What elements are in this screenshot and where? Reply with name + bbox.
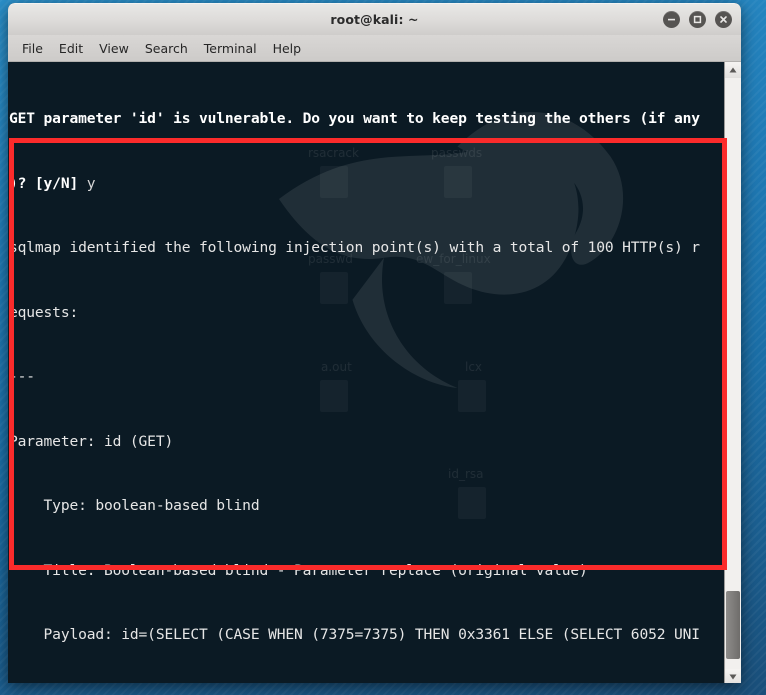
terminal-line-prompt: )? [y/N] [9, 174, 87, 192]
terminal-line-answer: y [86, 174, 96, 192]
terminal-line: equests: [9, 303, 79, 321]
scroll-up-button[interactable] [725, 62, 741, 78]
menu-help[interactable]: Help [265, 39, 310, 58]
terminal-window: root@kali: ~ File Edit View Search Termi… [8, 3, 741, 683]
window-controls [663, 4, 732, 35]
terminal-output-area[interactable]: rsacrack passwds passwd ew_for_linux a.o… [8, 62, 741, 683]
scrollbar-thumb[interactable] [726, 591, 740, 659]
menu-view[interactable]: View [91, 39, 137, 58]
terminal-line: Title: Boolean-based blind - Parameter r… [9, 561, 588, 579]
chevron-down-icon [729, 674, 737, 680]
menu-file[interactable]: File [14, 39, 51, 58]
terminal-text: GET parameter 'id' is vulnerable. Do you… [8, 62, 741, 683]
maximize-button[interactable] [689, 11, 706, 28]
close-icon [720, 16, 727, 23]
terminal-line: GET parameter 'id' is vulnerable. Do you… [9, 110, 700, 127]
desktop: root@kali: ~ File Edit View Search Termi… [0, 0, 766, 695]
minimize-button[interactable] [663, 11, 680, 28]
menubar: File Edit View Search Terminal Help [8, 35, 741, 62]
terminal-scrollbar[interactable] [724, 62, 741, 683]
terminal-line: sqlmap identified the following injectio… [9, 239, 700, 256]
menu-terminal[interactable]: Terminal [196, 39, 265, 58]
maximize-icon [693, 15, 702, 24]
menu-search[interactable]: Search [137, 39, 196, 58]
terminal-line: Payload: id=(SELECT (CASE WHEN (7375=737… [9, 626, 701, 643]
minimize-icon [668, 18, 675, 21]
window-titlebar[interactable]: root@kali: ~ [8, 3, 741, 35]
scroll-down-button[interactable] [725, 669, 741, 683]
close-button[interactable] [715, 11, 732, 28]
window-title: root@kali: ~ [330, 12, 419, 27]
terminal-line: --- [9, 368, 35, 385]
terminal-line: )? [y/N] y [9, 173, 741, 195]
terminal-line: Parameter: id (GET) [9, 432, 174, 450]
menu-edit[interactable]: Edit [51, 39, 91, 58]
terminal-line: Type: boolean-based blind [9, 497, 260, 514]
chevron-up-icon [729, 67, 737, 73]
